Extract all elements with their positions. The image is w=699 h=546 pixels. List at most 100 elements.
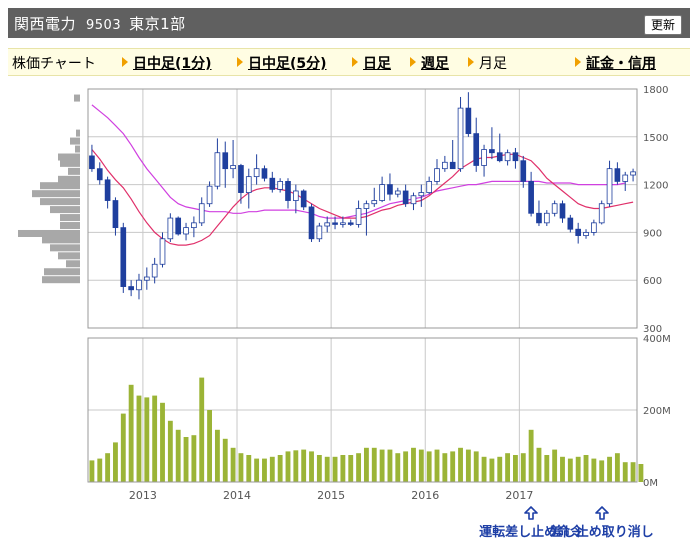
volume-bar bbox=[136, 395, 142, 482]
candle-body bbox=[457, 107, 464, 170]
volume-bar bbox=[520, 453, 526, 482]
candle-body bbox=[245, 176, 252, 193]
volume-bar bbox=[191, 435, 197, 482]
volume-bar bbox=[324, 456, 330, 482]
volume-bar bbox=[450, 451, 456, 482]
volume-bar bbox=[356, 453, 362, 482]
arrow-icon bbox=[575, 57, 581, 67]
candle-body bbox=[316, 225, 323, 240]
candle-body bbox=[347, 222, 354, 225]
candle-body bbox=[606, 168, 613, 205]
volume-bar bbox=[301, 449, 307, 482]
candle-body bbox=[496, 152, 503, 162]
volume-bar bbox=[238, 453, 244, 482]
volume-profile-bar bbox=[42, 276, 80, 284]
candle-body bbox=[293, 190, 299, 201]
nav-item-margin[interactable]: 証金・信用 bbox=[575, 53, 656, 73]
candle-body bbox=[238, 165, 244, 193]
volume-profile-bar bbox=[68, 167, 80, 175]
candle-body bbox=[183, 227, 189, 235]
price-tick-label: 900 bbox=[643, 228, 662, 239]
candle-body bbox=[504, 152, 511, 162]
candle-body bbox=[528, 181, 534, 214]
volume-bar bbox=[489, 458, 495, 482]
volume-bar bbox=[316, 455, 322, 482]
stock-code: 9503 bbox=[86, 17, 122, 33]
candle-body bbox=[630, 171, 636, 176]
nav-item-monthly: 月足 bbox=[468, 53, 507, 73]
volume-bar bbox=[152, 395, 158, 482]
candle-body bbox=[300, 190, 307, 208]
volume-profile-bar bbox=[42, 236, 80, 244]
candle-body bbox=[434, 168, 440, 182]
year-tick-label: 2016 bbox=[411, 489, 439, 502]
nav-item-daily[interactable]: 日足 bbox=[352, 53, 391, 73]
volume-bar bbox=[473, 451, 479, 482]
volume-bar bbox=[340, 455, 346, 482]
volume-bar bbox=[528, 429, 534, 482]
candle-body bbox=[465, 107, 472, 135]
volume-profile-bar bbox=[50, 244, 80, 252]
volume-bar bbox=[207, 410, 212, 482]
arrow-icon bbox=[468, 57, 474, 67]
candle-body bbox=[191, 222, 197, 229]
volume-bar bbox=[89, 460, 95, 482]
candle-body bbox=[489, 149, 495, 154]
candle-body bbox=[167, 217, 174, 240]
volume-bar bbox=[411, 447, 416, 482]
volume-profile-bar bbox=[40, 182, 80, 190]
candle-body bbox=[543, 212, 550, 224]
candle-body bbox=[371, 200, 378, 205]
nav-item-1min[interactable]: 日中足(1分) bbox=[122, 53, 212, 73]
candle-body bbox=[387, 184, 393, 195]
volume-bar bbox=[458, 447, 463, 482]
candle-body bbox=[622, 174, 629, 182]
volume-bar bbox=[379, 449, 385, 482]
volume-bar bbox=[277, 455, 283, 482]
volume-bar bbox=[214, 429, 220, 482]
stock-title: 関西電力 9503 東京1部 bbox=[14, 13, 186, 34]
volume-bar bbox=[583, 455, 589, 482]
candle-body bbox=[96, 168, 103, 181]
volume-bar bbox=[465, 449, 471, 482]
volume-bar bbox=[418, 449, 424, 482]
volume-bar bbox=[560, 456, 565, 482]
candle-body bbox=[575, 228, 582, 236]
volume-profile-bar bbox=[50, 206, 80, 214]
volume-profile-bar bbox=[44, 268, 80, 276]
volume-bar bbox=[403, 451, 409, 482]
candle-body bbox=[449, 161, 456, 170]
volume-bar bbox=[222, 438, 228, 482]
volume-bar bbox=[607, 456, 612, 482]
volume-profile-bar bbox=[32, 190, 80, 198]
arrow-icon bbox=[237, 57, 243, 67]
volume-profile-bar bbox=[58, 153, 80, 161]
chart-nav-label: 株価チャート bbox=[12, 56, 96, 72]
candle-body bbox=[402, 190, 409, 205]
candle-body bbox=[426, 181, 432, 193]
volume-bar bbox=[293, 450, 299, 482]
candle-body bbox=[536, 212, 542, 224]
candle-body bbox=[551, 203, 558, 214]
nav-item-weekly[interactable]: 週足 bbox=[410, 53, 449, 73]
volume-bar bbox=[128, 384, 134, 482]
volume-bar bbox=[285, 451, 291, 482]
candle-body bbox=[159, 238, 166, 265]
candle-body bbox=[481, 149, 487, 166]
candle-body bbox=[206, 185, 213, 205]
volume-bar bbox=[246, 455, 252, 482]
volume-bar bbox=[505, 453, 511, 482]
candlesticks bbox=[89, 92, 636, 300]
company-name: 関西電力 bbox=[14, 14, 77, 33]
candle-body bbox=[559, 203, 566, 219]
volume-bar bbox=[497, 456, 503, 482]
candle-body bbox=[410, 195, 417, 205]
nav-item-5min[interactable]: 日中足(5分) bbox=[237, 53, 327, 73]
volume-bar bbox=[630, 462, 636, 482]
volume-bar bbox=[363, 447, 369, 482]
volume-bar bbox=[97, 458, 103, 482]
candle-body bbox=[230, 165, 236, 170]
candle-body bbox=[614, 168, 621, 182]
year-tick-label: 2013 bbox=[129, 489, 157, 502]
refresh-button[interactable]: 更新 bbox=[643, 15, 682, 35]
